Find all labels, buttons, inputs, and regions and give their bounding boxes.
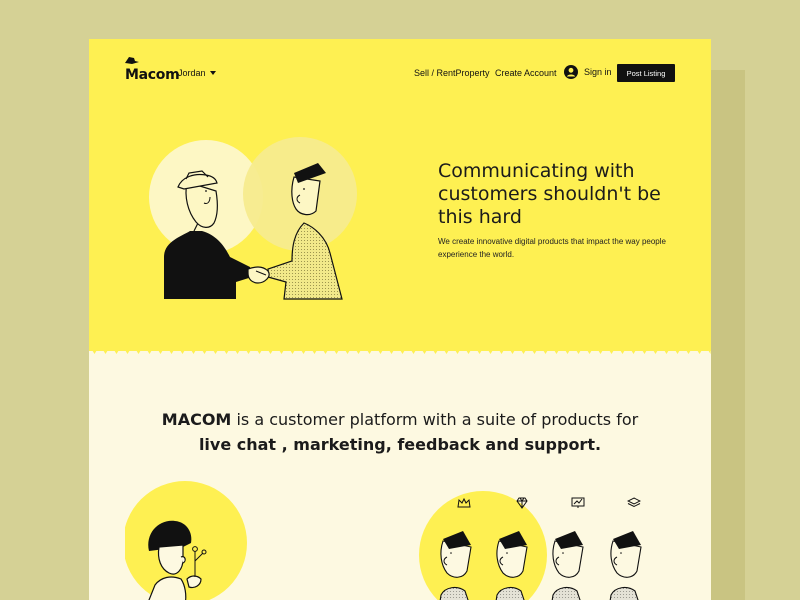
create-account-link[interactable]: Create Account [495,68,557,78]
post-listing-button[interactable]: Post Listing [617,64,675,82]
top-navigation: Macom Jordan Sell / RentProperty Create … [89,39,711,109]
layers-icon [627,497,641,508]
hero-subtitle: We create innovative digital products th… [438,237,666,259]
sign-in-label: Sign in [584,67,612,77]
crown-icon [457,497,471,508]
hero-title: Communicating with customers shouldn't b… [438,160,661,228]
location-label: Jordan [178,68,206,78]
diamond-icon [516,497,528,509]
hat-logo-icon [125,57,139,64]
location-dropdown[interactable]: Jordan [178,68,216,78]
landing-page: Macom Jordan Sell / RentProperty Create … [89,39,711,600]
tagline-line-1: MACOM is a customer platform with a suit… [89,407,711,432]
handshake-illustration [149,137,357,300]
tagline-line-2: live chat , marketing, feedback and supp… [198,435,602,454]
tagline-rest: is a customer platform with a suite of p… [231,410,639,429]
chevron-down-icon [209,71,216,75]
person-with-flower-illustration [125,481,247,600]
sell-rent-property-link[interactable]: Sell / RentProperty [414,68,490,78]
brand-word: MACOM [161,410,232,429]
sign-in-link[interactable]: Sign in [564,65,612,79]
team-illustration [419,491,679,600]
platform-tagline: MACOM is a customer platform with a suit… [89,407,711,457]
brand-name: Macom [125,67,180,83]
hero-section: Macom Jordan Sell / RentProperty Create … [89,39,711,351]
zigzag-divider [89,345,711,354]
chart-icon [571,497,585,508]
brand-logo[interactable]: Macom [125,57,180,83]
user-circle-icon [564,65,578,79]
